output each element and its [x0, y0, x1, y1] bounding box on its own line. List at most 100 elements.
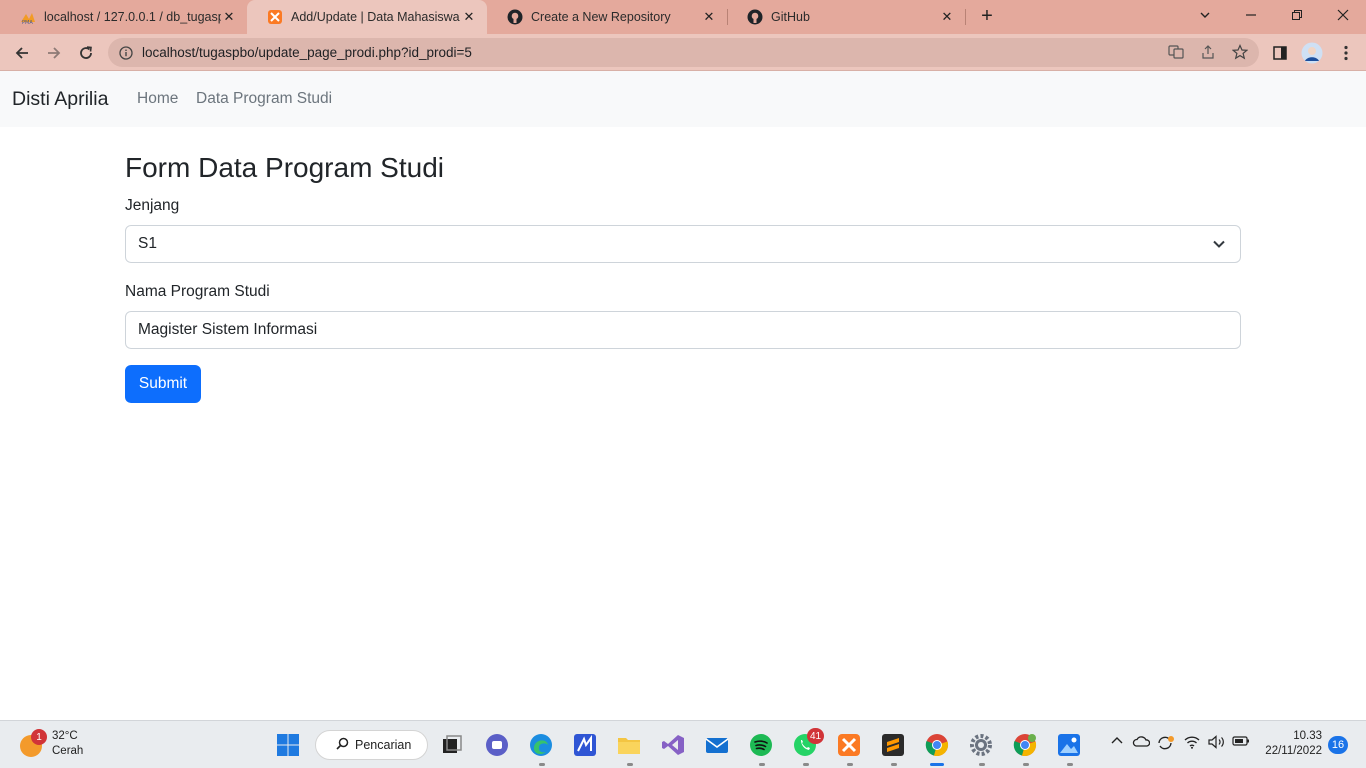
new-tab-button[interactable]: +: [975, 6, 999, 28]
browser-toolbar: localhost/tugaspbo/update_page_prodi.php…: [0, 34, 1366, 71]
minimize-button[interactable]: [1228, 0, 1274, 30]
settings-gear-icon[interactable]: [969, 733, 993, 757]
bookmark-star-icon[interactable]: [1229, 41, 1251, 63]
chrome-profile-icon[interactable]: [1013, 733, 1037, 757]
system-clock[interactable]: 10.33 22/11/2022: [1262, 729, 1322, 759]
github-icon: [747, 9, 763, 25]
paint-app-icon[interactable]: [573, 733, 597, 757]
xampp-icon[interactable]: [837, 733, 861, 757]
battery-icon[interactable]: [1232, 735, 1250, 750]
running-indicator: [759, 763, 765, 766]
tab-title: Add/Update | Data Mahasiswa: [291, 10, 460, 24]
search-label: Pencarian: [355, 738, 412, 752]
active-indicator: [930, 763, 944, 766]
tab-phpmyadmin[interactable]: PMA localhost / 127.0.0.1 / db_tugaspbo …: [0, 0, 247, 34]
forward-button[interactable]: [40, 39, 68, 67]
browser-tab-strip: PMA localhost / 127.0.0.1 / db_tugaspbo …: [0, 0, 1366, 34]
minimize-icon: [1246, 14, 1256, 16]
chrome-menu-button[interactable]: [1332, 39, 1360, 67]
jenjang-selected-value: S1: [138, 235, 157, 252]
spotify-icon[interactable]: [749, 733, 773, 757]
info-icon[interactable]: [118, 45, 134, 61]
nama-program-studi-input[interactable]: Magister Sistem Informasi: [125, 311, 1241, 349]
phpmyadmin-icon: PMA: [20, 9, 36, 25]
sync-icon[interactable]: [1156, 735, 1174, 754]
running-indicator: [979, 763, 985, 766]
chevron-up-icon[interactable]: [1111, 735, 1123, 750]
chevron-down-icon: [1200, 12, 1210, 18]
back-button[interactable]: [8, 39, 36, 67]
navbar-brand[interactable]: Disti Aprilia: [12, 88, 108, 111]
url-text: localhost/tugaspbo/update_page_prodi.php…: [142, 45, 472, 60]
kebab-menu-icon: [1344, 45, 1348, 61]
tab-title: localhost / 127.0.0.1 / db_tugaspbo: [44, 10, 221, 24]
close-icon[interactable]: ✕: [221, 9, 237, 25]
side-panel-button[interactable]: [1266, 39, 1294, 67]
visual-studio-icon[interactable]: [661, 733, 685, 757]
weather-widget[interactable]: 1 32°C Cerah: [20, 729, 83, 759]
file-explorer-icon[interactable]: [617, 733, 641, 757]
running-indicator: [803, 763, 809, 766]
close-window-button[interactable]: [1320, 0, 1366, 30]
jenjang-select[interactable]: S1: [125, 225, 1241, 263]
weather-sun-icon: 1: [20, 729, 47, 757]
page-title: Form Data Program Studi: [125, 152, 444, 183]
avatar-icon: [1301, 42, 1323, 64]
restore-button[interactable]: [1274, 0, 1320, 30]
translate-icon[interactable]: [1165, 41, 1187, 63]
weather-temperature: 32°C: [52, 730, 78, 742]
nav-link-home[interactable]: Home: [137, 90, 178, 108]
photos-icon[interactable]: [1057, 733, 1081, 757]
side-panel-icon: [1273, 46, 1287, 60]
share-icon[interactable]: [1197, 41, 1219, 63]
reload-icon: [80, 46, 92, 59]
nama-program-studi-value: Magister Sistem Informasi: [138, 321, 318, 338]
chrome-icon[interactable]: [925, 733, 949, 757]
teams-chat-icon[interactable]: [485, 733, 509, 757]
tab-create-repository[interactable]: Create a New Repository ✕: [487, 0, 727, 34]
sublime-text-icon[interactable]: [881, 733, 905, 757]
tab-separator: [965, 9, 966, 25]
chevron-down-icon: [1213, 240, 1225, 248]
submit-button[interactable]: Submit: [125, 365, 201, 403]
arrow-right-icon: [48, 47, 61, 59]
tab-add-update[interactable]: Add/Update | Data Mahasiswa ✕: [247, 0, 487, 34]
svg-text:PMA: PMA: [22, 20, 33, 25]
jenjang-label: Jenjang: [125, 197, 180, 214]
close-icon[interactable]: ✕: [939, 9, 955, 25]
volume-icon[interactable]: [1208, 735, 1226, 752]
edge-browser-icon[interactable]: [529, 733, 553, 757]
weather-description: Cerah: [52, 745, 84, 757]
tab-search-button[interactable]: [1182, 0, 1228, 30]
notification-badge[interactable]: 16: [1328, 736, 1348, 754]
clock-date: 22/11/2022: [1265, 745, 1322, 757]
task-view-icon[interactable]: [440, 733, 464, 757]
windows-start-icon[interactable]: [276, 733, 300, 757]
github-icon: [507, 9, 523, 25]
tab-github[interactable]: GitHub ✕: [727, 0, 965, 34]
wifi-icon[interactable]: [1184, 735, 1200, 752]
site-navbar: Disti Aprilia Home Data Program Studi: [0, 71, 1366, 127]
running-indicator: [1023, 763, 1029, 766]
mail-icon[interactable]: [705, 733, 729, 757]
whatsapp-badge: 41: [807, 728, 825, 744]
profile-avatar[interactable]: [1298, 39, 1326, 67]
close-icon[interactable]: ✕: [701, 9, 717, 25]
clock-time: 10.33: [1293, 730, 1322, 742]
address-bar[interactable]: localhost/tugaspbo/update_page_prodi.php…: [108, 38, 1259, 67]
running-indicator: [539, 763, 545, 766]
running-indicator: [627, 763, 633, 766]
arrow-left-icon: [15, 47, 28, 59]
running-indicator: [891, 763, 897, 766]
weather-badge: 1: [31, 729, 47, 745]
windows-taskbar: 1 32°C Cerah Pencarian 41 10.33 22/11/20…: [0, 720, 1366, 768]
restore-icon: [1292, 10, 1302, 20]
tab-title: GitHub: [771, 10, 810, 24]
reload-button[interactable]: [72, 39, 100, 67]
close-icon[interactable]: ✕: [461, 9, 477, 25]
onedrive-cloud-icon[interactable]: [1132, 735, 1151, 750]
xampp-icon: [267, 9, 283, 25]
nav-link-data-program-studi[interactable]: Data Program Studi: [196, 90, 332, 108]
tab-title: Create a New Repository: [531, 10, 671, 24]
taskbar-search[interactable]: Pencarian: [315, 730, 428, 760]
